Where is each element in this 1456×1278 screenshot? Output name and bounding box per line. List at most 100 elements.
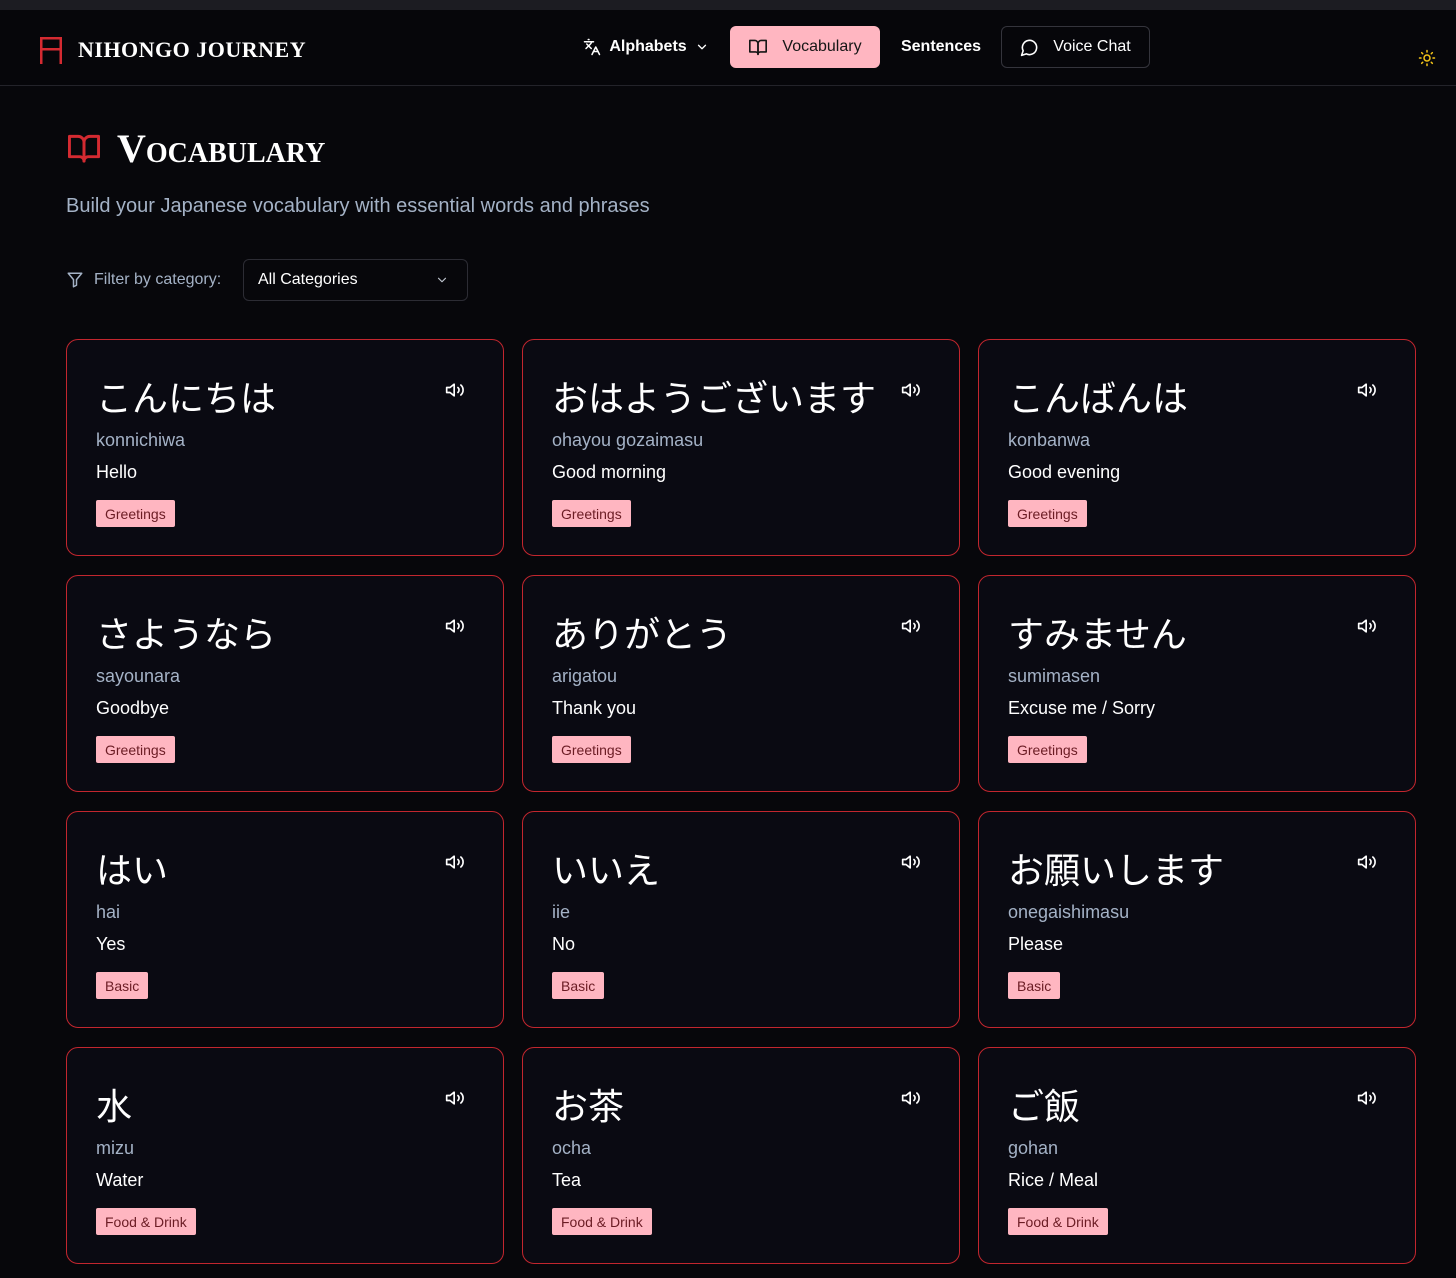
theme-toggle-button[interactable] <box>1415 46 1439 70</box>
vocab-card[interactable]: ありがとう arigatou Thank you Greetings <box>522 575 960 792</box>
vocab-meaning: Excuse me / Sorry <box>1008 698 1156 718</box>
speaker-button[interactable] <box>444 851 466 873</box>
page-subtitle: Build your Japanese vocabulary with esse… <box>66 195 650 217</box>
vocab-japanese: 水 <box>96 1087 133 1128</box>
vocab-japanese: ご飯 <box>1008 1087 1081 1128</box>
volume-icon <box>1357 383 1376 397</box>
category-tag: Food & Drink <box>552 1208 652 1235</box>
vocab-romaji: onegaishimasu <box>1008 902 1130 922</box>
speaker-button[interactable] <box>1356 1087 1378 1109</box>
brand-name: NIHONGO JOURNEY <box>78 37 307 62</box>
vocab-romaji: konbanwa <box>1008 430 1091 450</box>
nav-alphabets-label: Alphabets <box>609 38 687 55</box>
vocab-meaning: Thank you <box>552 698 637 718</box>
vocab-card[interactable]: さようなら sayounara Goodbye Greetings <box>66 575 504 792</box>
volume-icon <box>1357 855 1376 869</box>
speaker-button[interactable] <box>1356 851 1378 873</box>
translate-icon <box>584 38 601 56</box>
vocab-meaning: No <box>552 934 576 954</box>
vocab-romaji: arigatou <box>552 666 618 686</box>
vocab-card[interactable]: お願いします onegaishimasu Please Basic <box>978 811 1416 1028</box>
volume-icon <box>445 383 464 397</box>
category-tag: Greetings <box>552 500 631 527</box>
volume-icon <box>445 619 464 633</box>
vocab-card[interactable]: こんにちは konnichiwa Hello Greetings <box>66 339 504 556</box>
vocab-card[interactable]: はい hai Yes Basic <box>66 811 504 1028</box>
vocab-card[interactable]: すみません sumimasen Excuse me / Sorry Greeti… <box>978 575 1416 792</box>
vocab-meaning: Please <box>1008 934 1064 954</box>
vocab-japanese: おはようございます <box>552 379 877 420</box>
vocab-romaji: konnichiwa <box>96 430 186 450</box>
nav-alphabets[interactable]: Alphabets <box>580 26 712 68</box>
book-open-icon <box>749 39 768 56</box>
nav-voice-chat[interactable]: Voice Chat <box>1001 26 1150 68</box>
vocab-romaji: hai <box>96 902 121 922</box>
volume-icon <box>1357 1091 1376 1105</box>
page-title: Vocabulary <box>117 125 326 171</box>
message-circle-icon <box>1021 39 1038 56</box>
book-open-icon <box>68 134 100 163</box>
vocab-card[interactable]: 水 mizu Water Food & Drink <box>66 1047 504 1264</box>
category-select-value: All Categories <box>258 271 358 288</box>
speaker-button[interactable] <box>444 1087 466 1109</box>
vocab-romaji: ohayou gozaimasu <box>552 430 704 450</box>
chevron-down-icon <box>437 277 447 283</box>
volume-icon <box>901 383 920 397</box>
volume-icon <box>901 1091 920 1105</box>
vocab-japanese: こんばんは <box>1008 379 1189 420</box>
vocabulary-grid: こんにちは konnichiwa Hello Greetings おはようござい… <box>66 339 1416 1264</box>
speaker-button[interactable] <box>1356 379 1378 401</box>
torii-icon <box>40 37 62 64</box>
category-tag: Food & Drink <box>1008 1208 1108 1235</box>
vocab-card[interactable]: ご飯 gohan Rice / Meal Food & Drink <box>978 1047 1416 1264</box>
vocab-meaning: Yes <box>96 934 126 954</box>
category-tag: Greetings <box>1008 736 1087 763</box>
window-top-strip <box>0 0 1456 10</box>
vocab-meaning: Water <box>96 1170 144 1190</box>
filter-label: Filter by category: <box>94 271 222 288</box>
vocab-romaji: sayounara <box>96 666 181 686</box>
category-tag: Basic <box>96 972 149 999</box>
vocab-meaning: Tea <box>552 1170 582 1190</box>
vocab-card[interactable]: いいえ iie No Basic <box>522 811 960 1028</box>
vocab-japanese: いいえ <box>552 851 661 892</box>
vocab-japanese: お茶 <box>552 1087 625 1128</box>
vocab-card[interactable]: こんばんは konbanwa Good evening Greetings <box>978 339 1416 556</box>
volume-icon <box>445 1091 464 1105</box>
nav-sentences[interactable]: Sentences <box>893 26 989 68</box>
speaker-button[interactable] <box>444 615 466 637</box>
vocab-meaning: Goodbye <box>96 698 170 718</box>
vocab-japanese: お願いします <box>1008 851 1225 892</box>
vocab-romaji: iie <box>552 902 571 922</box>
category-tag: Food & Drink <box>96 1208 196 1235</box>
speaker-button[interactable] <box>900 1087 922 1109</box>
brand-logo[interactable]: NIHONGO JOURNEY <box>38 34 306 66</box>
vocab-japanese: すみません <box>1008 615 1187 656</box>
vocab-japanese: はい <box>96 851 169 892</box>
vocab-japanese: さようなら <box>96 615 277 656</box>
vocab-card[interactable]: おはようございます ohayou gozaimasu Good morning … <box>522 339 960 556</box>
category-filter: Filter by category: All Categories <box>66 259 468 301</box>
nav-vocabulary[interactable]: Vocabulary <box>730 26 880 68</box>
category-tag: Greetings <box>96 736 175 763</box>
volume-icon <box>1357 619 1376 633</box>
page-heading: Vocabulary <box>66 124 325 172</box>
volume-icon <box>445 855 464 869</box>
speaker-button[interactable] <box>900 851 922 873</box>
vocab-japanese: ありがとう <box>552 615 733 656</box>
speaker-button[interactable] <box>1356 615 1378 637</box>
top-navbar: NIHONGO JOURNEY Alphabets Vocabulary Sen… <box>0 10 1456 86</box>
vocab-card[interactable]: お茶 ocha Tea Food & Drink <box>522 1047 960 1264</box>
filter-icon <box>67 272 83 288</box>
vocab-romaji: ocha <box>552 1138 592 1158</box>
speaker-button[interactable] <box>444 379 466 401</box>
category-tag: Basic <box>1008 972 1061 999</box>
vocab-meaning: Good evening <box>1008 462 1121 482</box>
speaker-button[interactable] <box>900 615 922 637</box>
category-tag: Greetings <box>552 736 631 763</box>
sun-icon <box>1418 49 1436 67</box>
vocab-romaji: sumimasen <box>1008 666 1101 686</box>
category-select[interactable]: All Categories <box>243 259 468 301</box>
speaker-button[interactable] <box>900 379 922 401</box>
chevron-down-icon <box>697 44 706 50</box>
